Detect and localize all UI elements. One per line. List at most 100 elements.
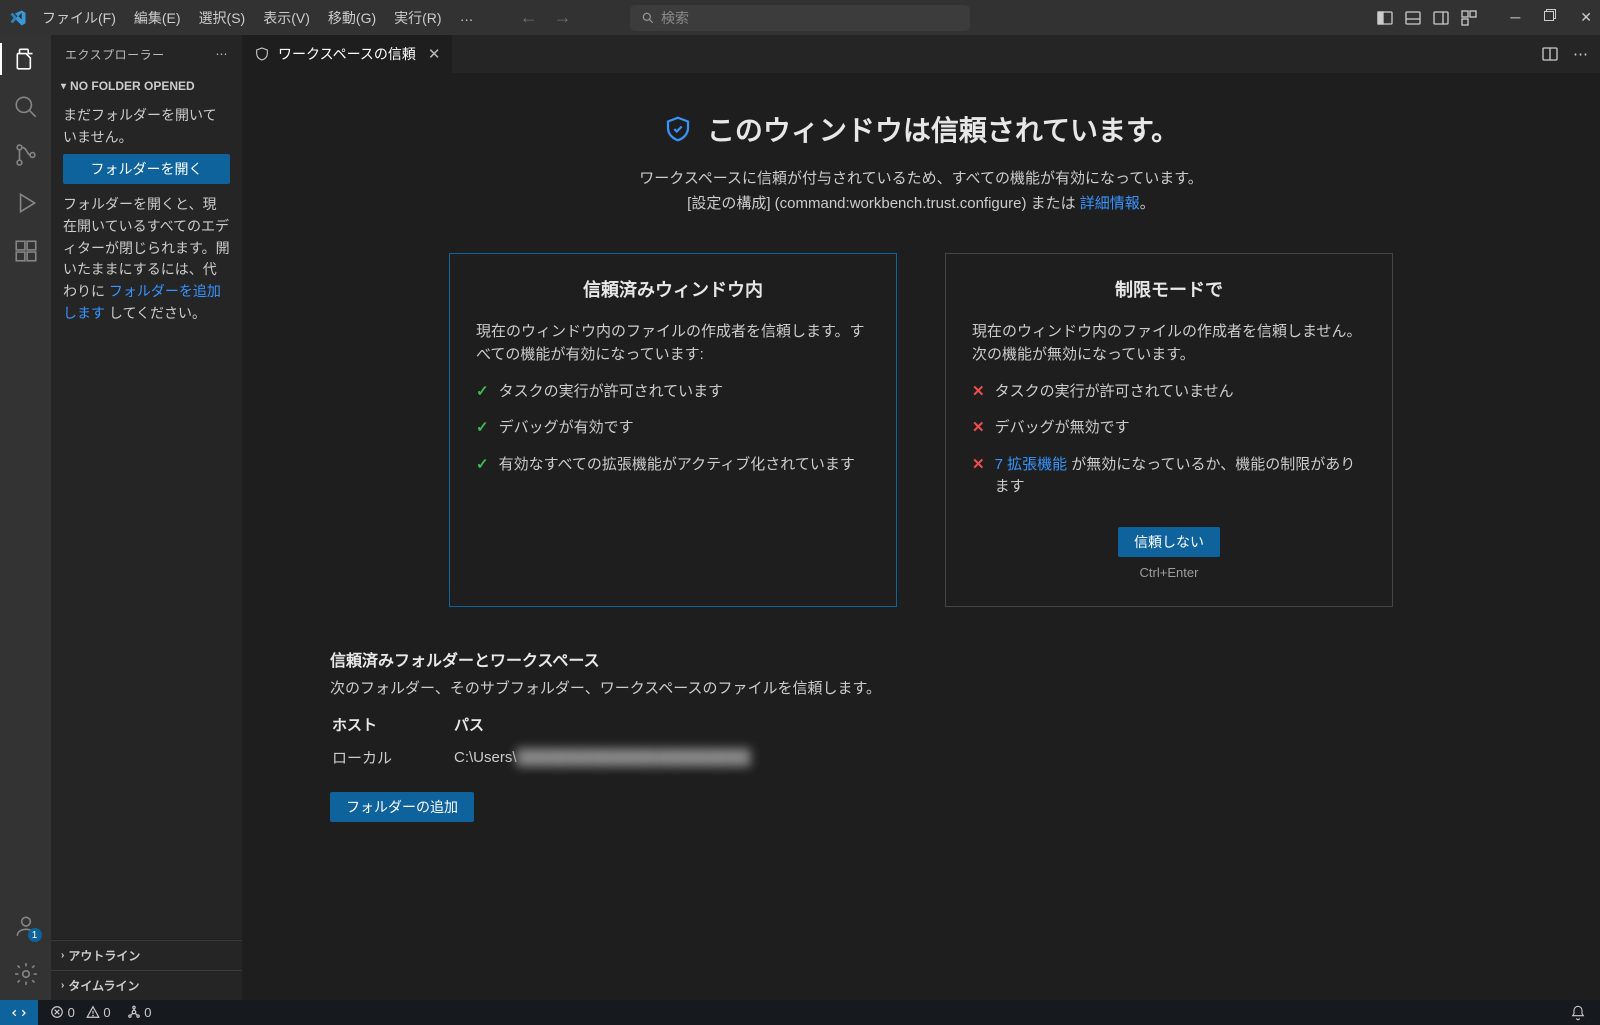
disabled-extensions-link[interactable]: 7 拡張機能	[995, 456, 1068, 473]
trust-sub2-prefix: [設定の構成] (command:workbench.trust.configu…	[687, 195, 1080, 212]
title-bar: ファイル(F) 編集(E) 選択(S) 表示(V) 移動(G) 実行(R) … …	[0, 0, 1600, 35]
toggle-secondary-sidebar-icon[interactable]	[1432, 9, 1450, 27]
status-ports[interactable]: 0	[127, 1005, 152, 1020]
trusted-card-title: 信頼済みウィンドウ内	[476, 276, 870, 302]
vscode-logo-icon	[8, 8, 28, 28]
row-host: ローカル	[332, 741, 452, 774]
section-outline[interactable]: › アウトライン	[51, 940, 242, 970]
search-icon	[641, 11, 655, 25]
status-warnings-count: 0	[103, 1005, 110, 1020]
menu-edit[interactable]: 編集(E)	[126, 4, 189, 32]
cross-icon: ✕	[972, 381, 985, 404]
open-folder-button[interactable]: フォルダーを開く	[63, 154, 230, 184]
minimize-icon[interactable]: ─	[1510, 9, 1520, 26]
chevron-right-icon: ›	[61, 980, 64, 991]
shield-icon	[254, 46, 270, 62]
restricted-feature-label: タスクの実行が許可されていません	[995, 381, 1234, 404]
close-icon[interactable]: ✕	[1580, 9, 1592, 26]
menu-run[interactable]: 実行(R)	[386, 4, 449, 32]
tab-workspace-trust[interactable]: ワークスペースの信頼 ✕	[242, 35, 453, 73]
section-timeline-label: タイムライン	[68, 977, 139, 994]
command-center[interactable]: 検索	[630, 5, 970, 31]
menu-go[interactable]: 移動(G)	[320, 4, 384, 32]
section-timeline[interactable]: › タイムライン	[51, 970, 242, 1000]
toggle-panel-icon[interactable]	[1404, 9, 1422, 27]
menu-file[interactable]: ファイル(F)	[34, 4, 124, 32]
window-controls: ─ ✕	[1510, 9, 1592, 26]
activity-accounts-icon[interactable]: 1	[12, 912, 40, 940]
open-folder-hint: フォルダーを開くと、現在開いているすべてのエディターが閉じられます。開いたままに…	[63, 194, 230, 324]
trusted-card: 信頼済みウィンドウ内 現在のウィンドウ内のファイルの作成者を信頼します。すべての…	[449, 253, 897, 607]
trust-subtext-2: [設定の構成] (command:workbench.trust.configu…	[639, 192, 1202, 213]
restricted-card-desc: 現在のウィンドウ内のファイルの作成者を信頼しません。次の機能が無効になっています…	[972, 320, 1366, 367]
menu-view[interactable]: 表示(V)	[255, 4, 318, 32]
restricted-feature: ✕ タスクの実行が許可されていません	[972, 381, 1366, 404]
tab-bar: ワークスペースの信頼 ✕ ⋯	[242, 35, 1600, 73]
status-notifications-icon[interactable]	[1570, 1005, 1586, 1021]
activity-settings-icon[interactable]	[12, 960, 40, 988]
customize-layout-icon[interactable]	[1460, 9, 1478, 27]
trust-subtext-1: ワークスペースに信頼が付与されているため、すべての機能が有効になっています。	[639, 167, 1202, 188]
sidebar-title: エクスプローラー	[65, 46, 165, 63]
trusted-card-desc: 現在のウィンドウ内のファイルの作成者を信頼します。すべての機能が有効になっていま…	[476, 320, 870, 367]
trust-more-info-link[interactable]: 詳細情報	[1080, 195, 1140, 212]
layout-controls	[1376, 9, 1478, 27]
shield-trusted-icon	[663, 114, 693, 144]
activity-debug-icon[interactable]	[12, 189, 40, 217]
no-folder-message: まだフォルダーを開いていません。	[63, 105, 230, 148]
activity-search-icon[interactable]	[12, 93, 40, 121]
trusted-feature: ✓デバッグが有効です	[476, 417, 870, 440]
nav-arrows: ← →	[520, 7, 572, 28]
hint-suffix: してください。	[105, 305, 206, 321]
trusted-feature-label: 有効なすべての拡張機能がアクティブ化されています	[499, 454, 855, 477]
trusted-folders-title: 信頼済みフォルダーとワークスペース	[330, 647, 1190, 671]
sidebar-more-icon[interactable]: ⋯	[216, 47, 229, 61]
check-icon: ✓	[476, 417, 489, 440]
activity-bar: 1	[0, 35, 51, 1000]
activity-explorer-icon[interactable]	[12, 45, 40, 73]
row-path: C:\Users\██████████████████████	[454, 741, 810, 774]
trust-header: このウィンドウは信頼されています。 ワークスペースに信頼が付与されているため、す…	[639, 109, 1202, 213]
activity-scm-icon[interactable]	[12, 141, 40, 169]
status-problems[interactable]: 0 0	[50, 1005, 111, 1020]
activity-extensions-icon[interactable]	[12, 237, 40, 265]
cross-icon: ✕	[972, 454, 985, 477]
restricted-card-title: 制限モードで	[972, 276, 1366, 302]
nav-back-icon[interactable]: ←	[520, 7, 538, 28]
restricted-feature: ✕デバッグが無効です	[972, 417, 1366, 440]
tab-more-icon[interactable]: ⋯	[1573, 45, 1588, 63]
toggle-primary-sidebar-icon[interactable]	[1376, 9, 1394, 27]
section-no-folder[interactable]: ▾ NO FOLDER OPENED	[51, 73, 242, 99]
remote-indicator[interactable]	[0, 1000, 38, 1025]
chevron-right-icon: ›	[61, 950, 64, 961]
restricted-feature-label: デバッグが無効です	[995, 417, 1130, 440]
dont-trust-button[interactable]: 信頼しない	[1118, 527, 1220, 557]
split-editor-icon[interactable]	[1541, 45, 1559, 63]
nav-forward-icon[interactable]: →	[554, 7, 572, 28]
dont-trust-kbd: Ctrl+Enter	[972, 565, 1366, 580]
trust-sub2-suffix: 。	[1140, 195, 1155, 212]
row-path-blurred: ██████████████████████	[517, 749, 751, 766]
col-host: ホスト	[332, 710, 452, 739]
trusted-folders-section: 信頼済みフォルダーとワークスペース 次のフォルダー、そのサブフォルダー、ワークス…	[330, 647, 1190, 822]
trusted-folder-row[interactable]: ローカル C:\Users\██████████████████████	[332, 741, 810, 774]
add-trusted-folder-button[interactable]: フォルダーの追加	[330, 792, 474, 822]
section-no-folder-label: NO FOLDER OPENED	[70, 79, 195, 93]
accounts-badge: 1	[28, 928, 42, 942]
trusted-feature-label: タスクの実行が許可されています	[499, 381, 724, 404]
check-icon: ✓	[476, 381, 489, 404]
menu-more[interactable]: …	[452, 4, 482, 32]
restricted-card: 制限モードで 現在のウィンドウ内のファイルの作成者を信頼しません。次の機能が無効…	[945, 253, 1393, 607]
trust-heading: このウィンドウは信頼されています。	[707, 109, 1179, 149]
restricted-feature-extensions: ✕ 7 拡張機能 が無効になっているか、機能の制限があります	[972, 454, 1366, 499]
search-placeholder: 検索	[661, 8, 689, 28]
status-bar: 0 0 0	[0, 1000, 1600, 1025]
check-icon: ✓	[476, 454, 489, 477]
tab-close-icon[interactable]: ✕	[428, 45, 441, 63]
sidebar-explorer: エクスプローラー ⋯ ▾ NO FOLDER OPENED まだフォルダーを開い…	[51, 35, 242, 1000]
row-path-visible: C:\Users\	[454, 749, 517, 766]
menu-select[interactable]: 選択(S)	[191, 4, 254, 32]
maximize-icon[interactable]	[1544, 9, 1556, 26]
status-ports-count: 0	[144, 1005, 151, 1020]
status-errors-count: 0	[68, 1005, 75, 1020]
